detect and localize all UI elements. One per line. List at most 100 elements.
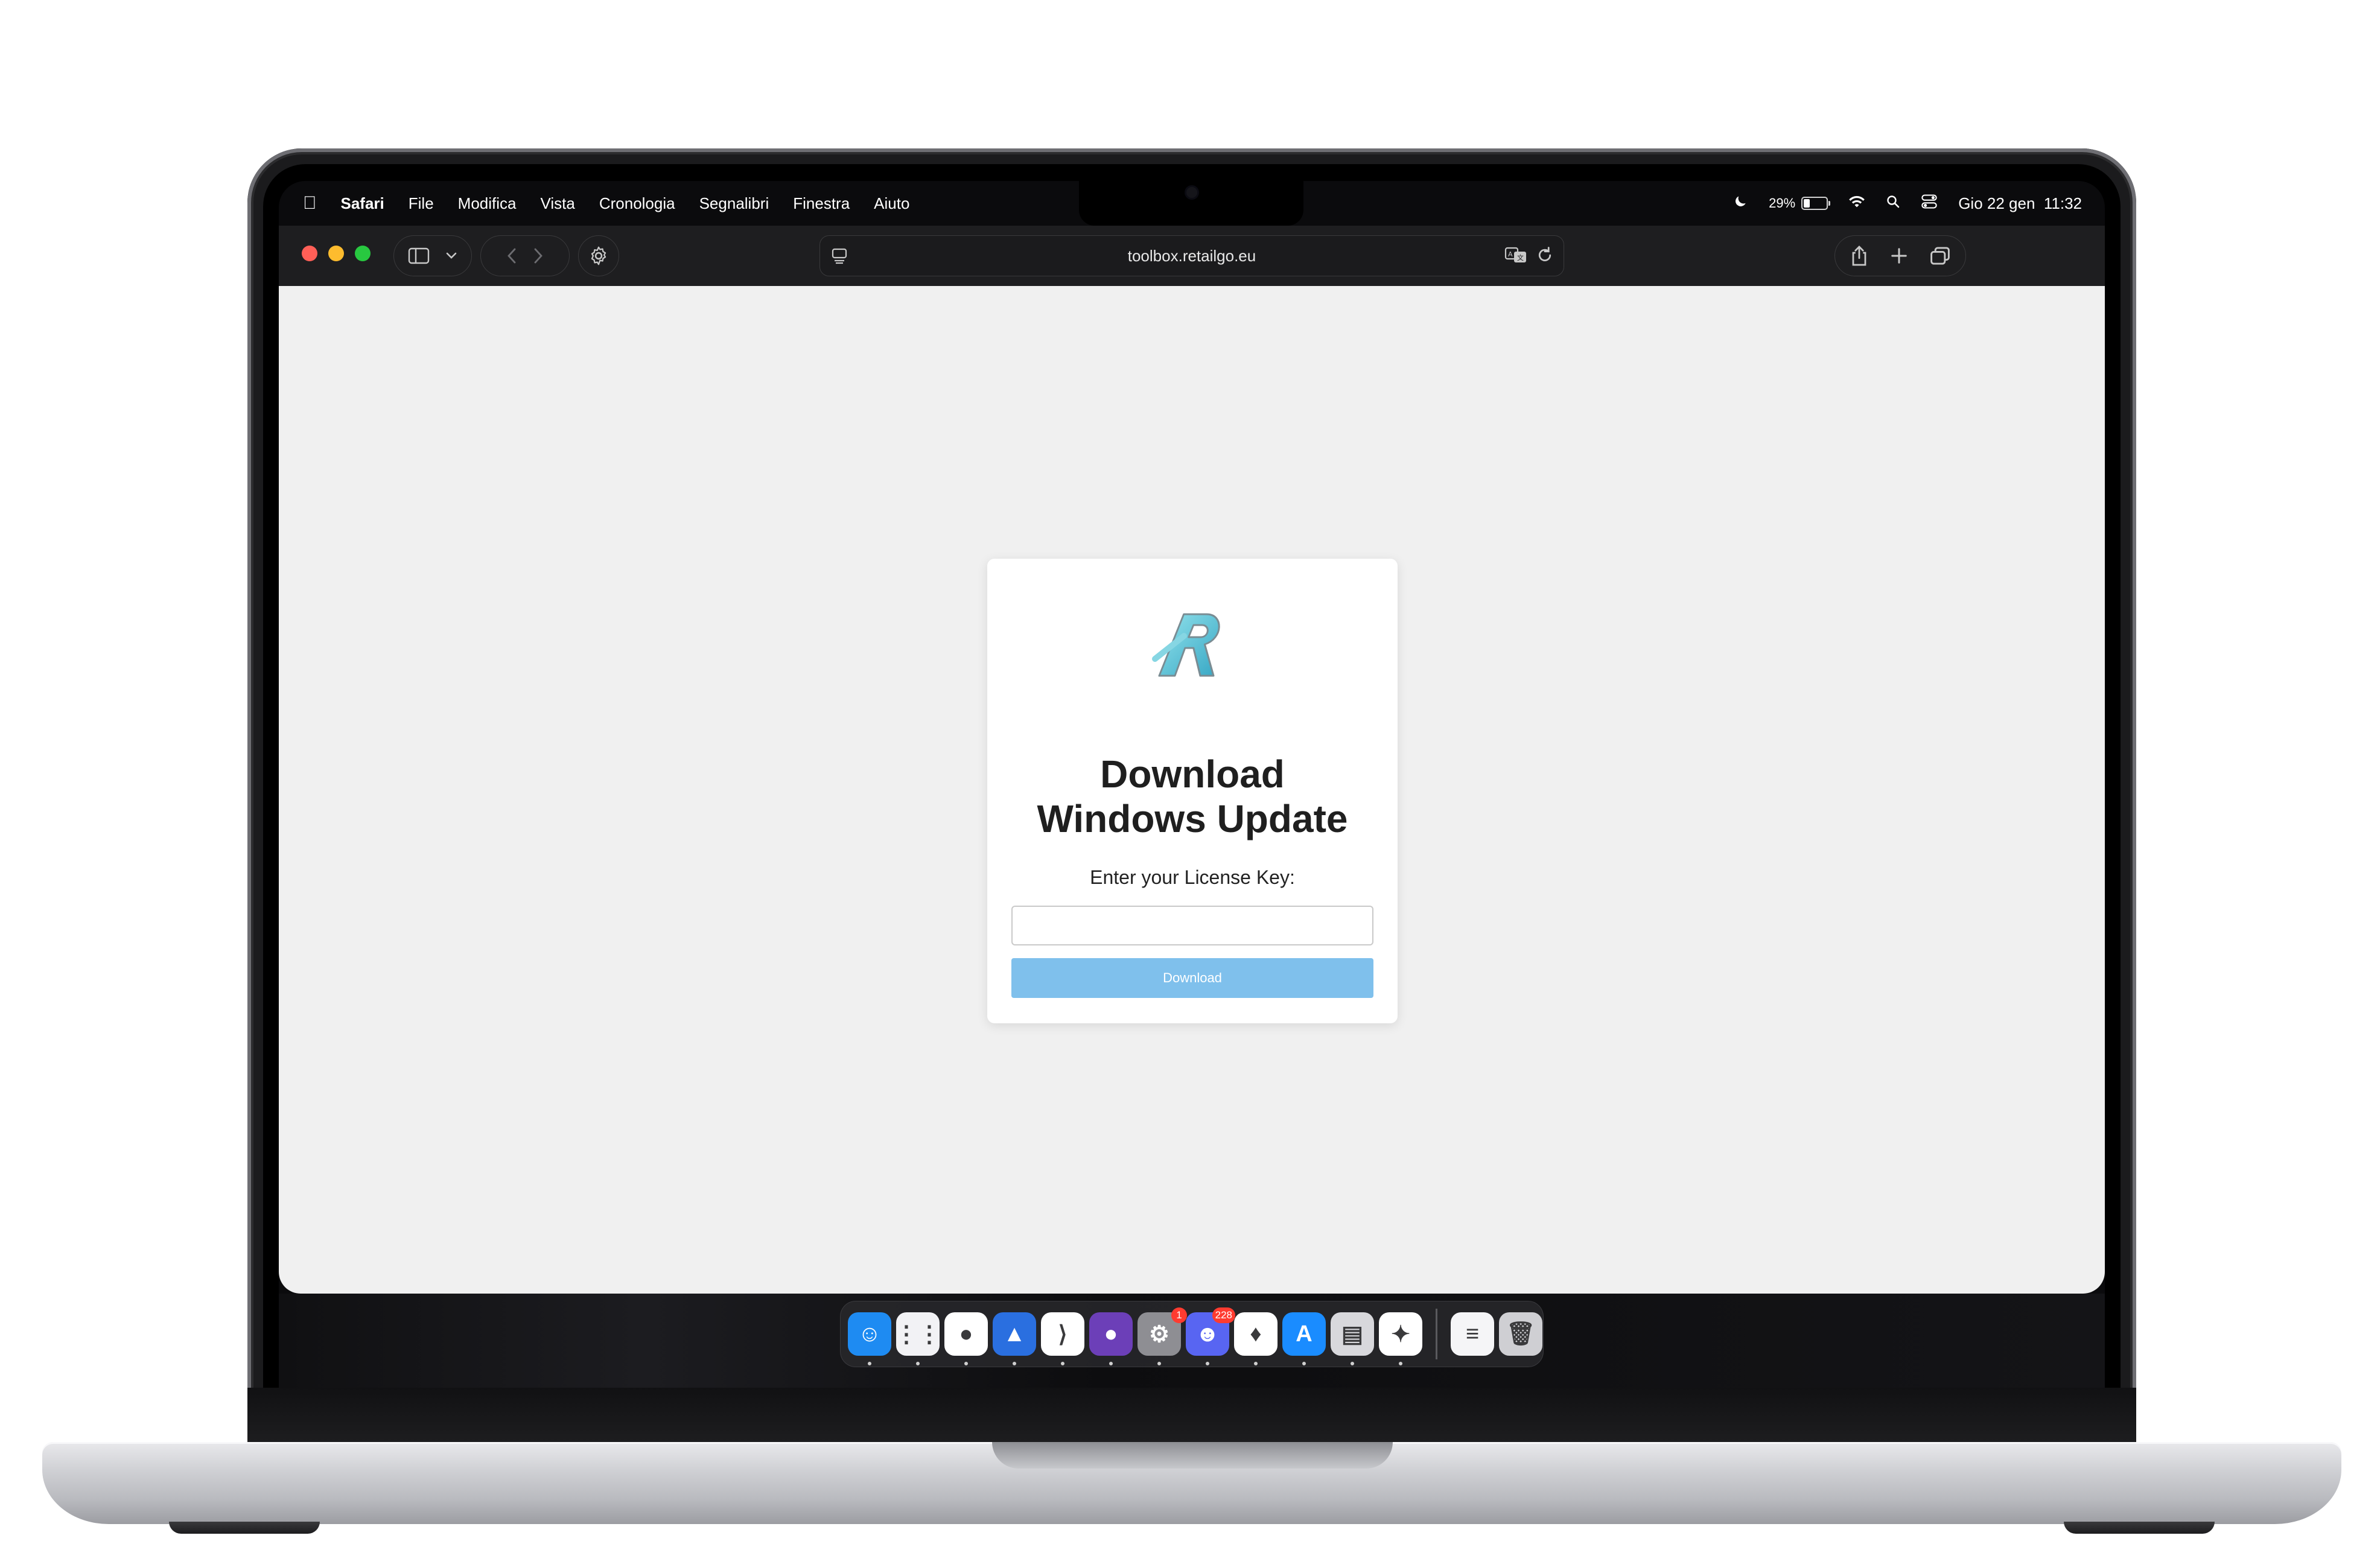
tab-overview-icon[interactable]	[1930, 246, 1950, 265]
notification-badge: 1	[1171, 1307, 1187, 1323]
page-title-line1: Download	[1100, 752, 1285, 796]
forward-icon[interactable]	[533, 247, 544, 264]
address-bar-actions: A文	[1504, 246, 1554, 269]
menu-window[interactable]: Finestra	[793, 194, 850, 213]
chrome-glyph: ●	[959, 1321, 973, 1347]
navigator-icon[interactable]: ▲	[993, 1312, 1036, 1365]
battery-fill	[1804, 199, 1810, 208]
app-store-icon[interactable]: A	[1282, 1312, 1326, 1365]
trackpad-notch	[992, 1442, 1393, 1469]
download-button[interactable]: Download	[1011, 958, 1373, 998]
menu-clock[interactable]: Gio 22 gen 11:32	[1958, 194, 2082, 213]
download-card: Download Windows Update Enter your Licen…	[987, 559, 1398, 1023]
app-store-glyph: A	[1296, 1321, 1312, 1347]
preview-icon[interactable]: ▤	[1331, 1312, 1374, 1365]
menu-bookmarks[interactable]: Segnalibri	[699, 194, 769, 213]
dock: ☺ ⋮⋮ ● ▲ ⟩ ● ⚙ 1 ☻ 228 ♦ A ▤ ✦ ≡ 🗑	[840, 1301, 1544, 1367]
right-foot	[2064, 1522, 2215, 1534]
running-indicator	[1302, 1362, 1306, 1365]
page-menu-icon[interactable]	[831, 247, 848, 269]
battery-icon	[1801, 197, 1831, 210]
running-indicator	[1013, 1362, 1016, 1365]
battery-status[interactable]: 29%	[1769, 195, 1831, 211]
extensions-group	[578, 235, 619, 276]
retailgo-logo	[1152, 613, 1220, 677]
navigation-group	[480, 235, 570, 276]
gear-icon[interactable]	[588, 246, 609, 266]
control-center-icon[interactable]	[1921, 194, 1938, 214]
safari-toolbar: toolbox.retailgo.eu A文	[279, 226, 2105, 286]
camera	[1186, 187, 1197, 198]
running-indicator	[1254, 1362, 1258, 1365]
status-area: 29% Gio 22 gen 11:32	[1732, 181, 2082, 226]
sidebar-toggle-group	[393, 235, 472, 276]
minimize-window-button[interactable]	[328, 246, 344, 261]
running-indicator	[1351, 1362, 1354, 1365]
reload-icon[interactable]	[1536, 246, 1554, 269]
address-bar[interactable]: toolbox.retailgo.eu A文	[819, 235, 1564, 276]
left-foot	[169, 1522, 320, 1534]
page-title: Download Windows Update	[987, 752, 1398, 841]
launchpad-glyph: ⋮⋮	[895, 1321, 941, 1347]
running-indicator	[1399, 1362, 1402, 1365]
running-indicator	[1206, 1362, 1209, 1365]
notification-badge: 228	[1212, 1307, 1235, 1323]
menu-help[interactable]: Aiuto	[874, 194, 909, 213]
close-window-button[interactable]	[302, 246, 317, 261]
right-toolbar-group	[1834, 235, 1966, 276]
chrome-icon[interactable]: ●	[944, 1312, 988, 1365]
menu-history[interactable]: Cronologia	[599, 194, 675, 213]
address-text: toolbox.retailgo.eu	[1127, 246, 1256, 265]
vscode-icon[interactable]: ⟩	[1041, 1312, 1084, 1365]
settings-glyph: ⚙	[1148, 1321, 1170, 1347]
license-key-input[interactable]	[1011, 906, 1373, 945]
back-icon[interactable]	[506, 247, 517, 264]
running-indicator	[868, 1362, 871, 1365]
menu-edit[interactable]: Modifica	[458, 194, 517, 213]
wifi-icon[interactable]	[1848, 194, 1865, 213]
discord-glyph: ☻	[1195, 1321, 1220, 1347]
vscode-glyph: ⟩	[1058, 1321, 1068, 1347]
running-indicator	[916, 1362, 920, 1365]
running-indicator	[1157, 1362, 1161, 1365]
window-controls	[302, 246, 371, 261]
svg-text:A: A	[1508, 250, 1513, 258]
settings-icon[interactable]: ⚙ 1	[1138, 1307, 1187, 1365]
safari-icon[interactable]: ✦	[1379, 1312, 1422, 1365]
screen:  Safari File Modifica Vista Cronologia …	[279, 181, 2105, 1388]
menu-app-name[interactable]: Safari	[341, 194, 384, 213]
new-tab-icon[interactable]	[1890, 247, 1908, 265]
zoom-window-button[interactable]	[355, 246, 371, 261]
running-indicator	[1109, 1362, 1113, 1365]
hinge	[247, 1388, 2136, 1446]
svg-text:文: 文	[1517, 253, 1524, 262]
license-key-label: Enter your License Key:	[1090, 866, 1295, 888]
document-icon[interactable]: ≡	[1451, 1312, 1494, 1356]
share-icon[interactable]	[1850, 245, 1868, 267]
launchpad-icon[interactable]: ⋮⋮	[895, 1312, 941, 1365]
document-glyph: ≡	[1465, 1321, 1480, 1347]
focus-moon-icon[interactable]	[1732, 194, 1748, 214]
mongodb-glyph: ♦	[1250, 1321, 1262, 1347]
apple-menu-icon[interactable]: 	[303, 193, 317, 214]
translate-icon[interactable]: A文	[1504, 246, 1527, 269]
menu-file[interactable]: File	[409, 194, 434, 213]
trash-icon[interactable]: 🗑	[1499, 1312, 1542, 1356]
discord-icon[interactable]: ☻ 228	[1186, 1307, 1235, 1365]
sidebar-icon[interactable]	[408, 247, 430, 264]
spotlight-search-icon[interactable]	[1886, 194, 1900, 213]
menu-view[interactable]: Vista	[541, 194, 575, 213]
github-icon[interactable]: ●	[1089, 1312, 1133, 1365]
finder-icon[interactable]: ☺	[848, 1312, 891, 1365]
trash-glyph: 🗑	[1506, 1321, 1536, 1347]
safari-glyph: ✦	[1391, 1321, 1410, 1347]
github-glyph: ●	[1104, 1321, 1118, 1347]
chevron-down-icon[interactable]	[445, 252, 457, 260]
finder-glyph: ☺	[858, 1321, 882, 1347]
preview-glyph: ▤	[1341, 1321, 1363, 1347]
running-indicator	[1061, 1362, 1064, 1365]
mongodb-icon[interactable]: ♦	[1234, 1312, 1278, 1365]
page-viewport: Download Windows Update Enter your Licen…	[279, 286, 2105, 1294]
dock-separator	[1436, 1309, 1437, 1359]
navigator-glyph: ▲	[1003, 1321, 1026, 1347]
